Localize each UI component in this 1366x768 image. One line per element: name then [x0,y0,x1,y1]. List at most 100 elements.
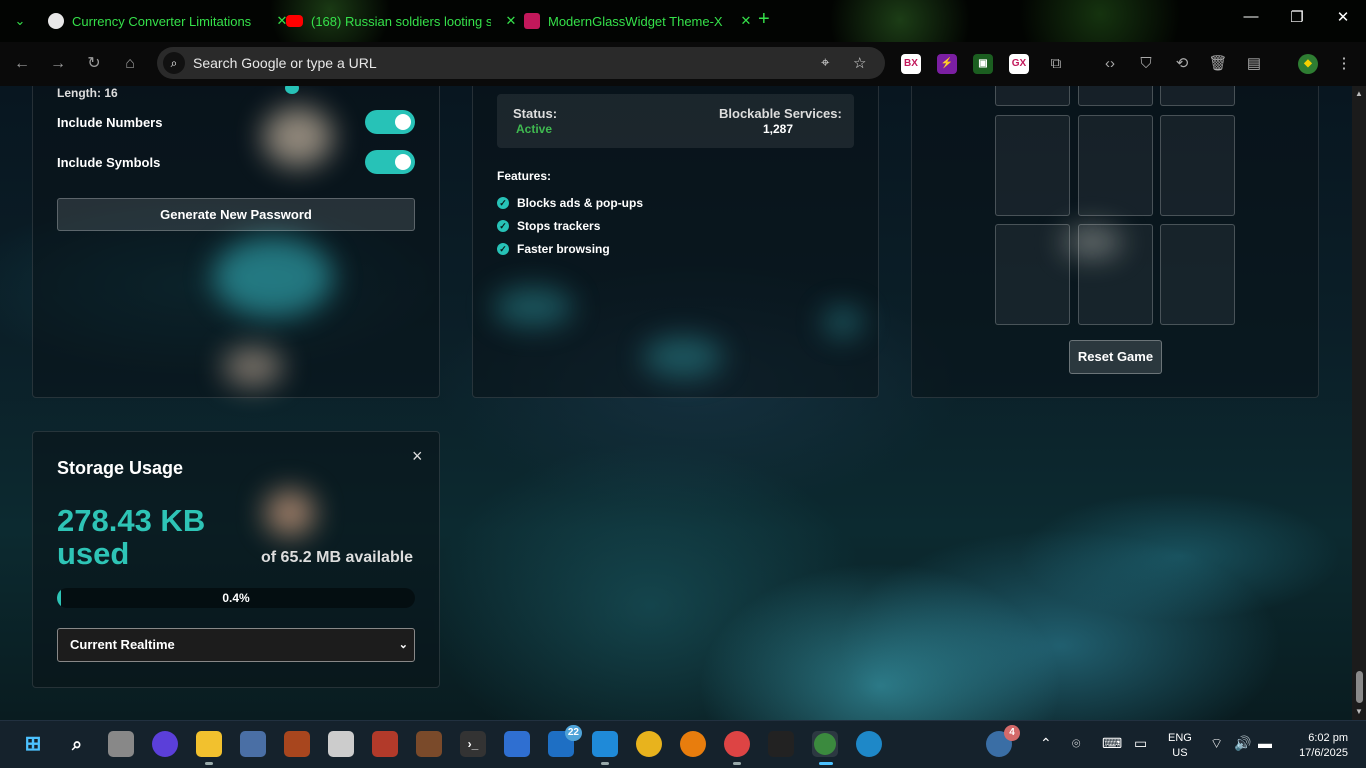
used-amount: 278.43 KB [57,503,206,538]
vscode-icon[interactable] [592,731,618,765]
keyboard-icon[interactable]: ⌨ [1102,735,1122,752]
generate-password-button[interactable]: Generate New Password [57,198,415,231]
maximize-button[interactable]: ❐ [1282,8,1312,26]
firefox-icon[interactable] [152,731,178,757]
weather-icon[interactable]: 4 [986,725,1020,757]
reload-button[interactable]: ↻ [83,53,105,75]
task-view-icon[interactable] [108,731,134,757]
scroll-down-arrow-icon[interactable]: ▼ [1355,707,1363,716]
delete-trash-icon[interactable]: 🗑 [1207,53,1229,75]
blender-icon[interactable] [680,731,706,757]
game-card[interactable] [1160,115,1235,216]
tab-close-icon[interactable]: ✕ [503,13,519,29]
onedrive-icon[interactable]: ⌾ [1072,735,1080,752]
include-numbers-label: Include Numbers [57,115,163,130]
close-icon[interactable]: × [412,446,423,467]
home-button[interactable]: ⌂ [119,53,141,75]
forward-button[interactable]: → [47,53,69,75]
new-tab-button[interactable]: + [758,8,770,31]
scrollbar-thumb[interactable] [1356,671,1363,703]
storage-available-text: of 65.2 MB available [261,549,414,566]
feature-label: Blocks ads & pop-ups [517,196,644,210]
search-icon[interactable]: ⌕ [64,731,90,757]
tab-close-icon[interactable]: ✕ [738,13,754,29]
chrome-profile-icon[interactable] [724,731,750,765]
game-card[interactable] [1078,115,1153,216]
gx-extension-icon[interactable]: GX [1009,54,1029,74]
tab-modern-glass-widget[interactable]: ModernGlassWidget Theme-X ✕ [524,6,754,36]
tablet-mode-icon[interactable]: ▭ [1134,735,1147,752]
close-window-button[interactable]: ✕ [1328,8,1358,26]
wifi-icon[interactable]: ⌔ [1210,735,1223,753]
mail-icon[interactable]: 22 [548,725,582,757]
game-card[interactable] [1078,86,1153,106]
bookmark-star-icon[interactable]: ☆ [853,54,866,72]
operagx-icon [524,13,540,29]
tab-youtube-video[interactable]: (168) Russian soldiers looting s ✕ [286,6,519,36]
menu-kebab-icon[interactable]: ⋮ [1333,53,1355,75]
storage-title: Storage Usage [57,458,184,478]
game-card[interactable] [1160,86,1235,106]
chevron-up-icon[interactable]: ⌃ [1040,735,1052,752]
bx-extension-icon[interactable]: BX [901,54,921,74]
refresh-mode-select[interactable]: Current Realtime ⌄ [57,628,415,662]
progress-text: 0.4% [222,591,250,605]
feature-item: ✓ Faster browsing [497,242,610,256]
minimize-button[interactable]: — [1236,8,1266,25]
reset-game-button[interactable]: Reset Game [1069,340,1162,374]
calculator-icon[interactable] [240,731,266,757]
chrome-active-icon[interactable] [812,731,838,765]
language-indicator[interactable]: ENG US [1168,731,1192,761]
include-numbers-toggle[interactable] [365,110,415,134]
status-label: Status: [513,106,558,121]
location-pin-icon[interactable]: ⌖ [821,54,829,71]
terminal-icon[interactable]: ›_ [460,731,486,757]
screen-extension-icon[interactable]: ▣ [973,54,993,74]
chatgpt-icon [48,13,64,29]
storage-progress-bar: 0.4% [57,588,415,608]
game-card[interactable] [995,224,1070,325]
clock[interactable]: 6:02 pm 17/6/2025 [1288,731,1348,761]
page-content: Length: 16 Include Numbers Include Symbo… [0,86,1352,720]
game-card[interactable] [1160,224,1235,325]
game-card[interactable] [1078,224,1153,325]
side-panel-icon[interactable]: ▤ [1243,53,1265,75]
devtools-code-icon[interactable]: ‹› [1099,53,1121,75]
game-card[interactable] [995,115,1070,216]
scroll-up-arrow-icon[interactable]: ▲ [1355,89,1363,98]
tab-currency-converter[interactable]: Currency Converter Limitations ✕ [48,6,290,36]
tab-title: (168) Russian soldiers looting s [311,13,491,29]
used-suffix: used [57,536,130,571]
tab-search-chevron-icon[interactable]: ⌄ [8,10,32,32]
unity-icon[interactable] [768,731,794,757]
game-app-icon[interactable] [372,731,398,757]
lightning-extension-icon[interactable]: ⚡ [937,54,957,74]
check-circle-icon: ✓ [497,220,509,232]
game-app-icon[interactable] [416,731,442,757]
incognito-icon[interactable]: ⛉ [1135,53,1157,75]
address-bar[interactable]: ⌕ Search Google or type a URL ⌖ ☆ [157,47,885,79]
feature-label: Stops trackers [517,219,601,233]
windows-start-icon[interactable]: ⊞ [20,731,46,757]
lang-code: ENG [1168,732,1192,744]
battery-icon[interactable]: ▬ [1258,735,1272,751]
volume-icon[interactable]: 🔊 [1234,735,1251,752]
game-app-icon[interactable] [284,731,310,757]
microsoft-store-icon[interactable] [504,731,530,757]
bokeh-light [213,237,333,317]
bokeh-light [263,107,333,167]
edge-icon[interactable] [856,731,882,757]
game-card[interactable] [995,86,1070,106]
status-value: Active [516,122,553,136]
profile-avatar-icon[interactable]: ◆ [1298,54,1318,74]
mail-badge: 22 [564,725,582,741]
include-symbols-label: Include Symbols [57,155,161,170]
history-icon[interactable]: ⟲ [1171,53,1193,75]
include-symbols-toggle[interactable] [365,150,415,174]
racing-app-icon[interactable] [328,731,354,757]
back-button[interactable]: ← [11,53,33,75]
chrome-icon[interactable] [636,731,662,757]
extensions-puzzle-icon[interactable]: ⧉ [1045,53,1067,75]
file-explorer-icon[interactable] [196,731,222,765]
page-scrollbar[interactable]: ▲ ▼ [1352,86,1366,720]
